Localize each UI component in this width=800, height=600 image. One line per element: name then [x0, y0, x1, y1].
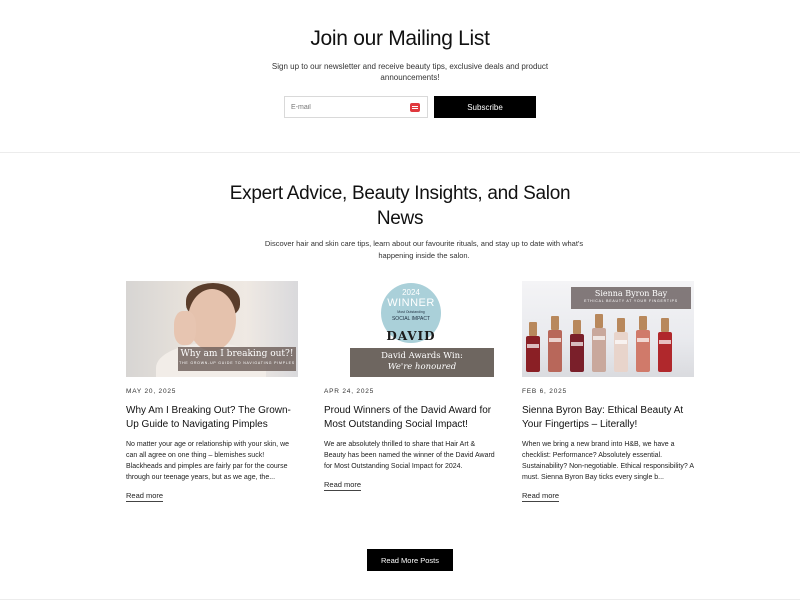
- badge-winner: WINNER: [387, 297, 435, 309]
- blog-post-card: Why am I breaking out?! THE GROWN-UP GUI…: [126, 281, 298, 503]
- thumbnail-banner-caption: THE GROWN-UP GUIDE TO NAVIGATING PIMPLES: [179, 361, 295, 365]
- nail-polish-bottle: [658, 318, 672, 372]
- mailing-subtitle: Sign up to our newsletter and receive be…: [271, 62, 549, 82]
- email-input[interactable]: [291, 100, 401, 114]
- nail-polish-bottle: [614, 318, 628, 372]
- nail-polish-bottle: [548, 316, 562, 372]
- thumbnail-banner: Why am I breaking out?! THE GROWN-UP GUI…: [178, 347, 296, 371]
- read-more-link[interactable]: Read more: [126, 491, 164, 502]
- blog-post-card: Sienna Byron Bay ETHICAL BEAUTY AT YOUR …: [522, 281, 694, 503]
- blog-section-subtitle: Discover hair and skin care tips, learn …: [264, 239, 584, 260]
- thumbnail-banner-title: Sienna Byron Bay: [594, 289, 668, 298]
- nail-polish-bottle: [526, 322, 540, 372]
- nail-polish-bottle: [636, 316, 650, 372]
- post-excerpt: When we bring a new brand into H&B, we h…: [522, 441, 694, 481]
- read-more-link[interactable]: Read more: [522, 491, 560, 502]
- post-date: MAY 20, 2025: [126, 388, 177, 395]
- read-more-posts-button[interactable]: Read More Posts: [367, 549, 453, 571]
- read-more-link[interactable]: Read more: [324, 480, 362, 491]
- mailing-list-section: Join our Mailing List Sign up to our new…: [0, 0, 800, 152]
- blog-post-card: 2024 WINNER Most Outstanding SOCIAL IMPA…: [324, 281, 496, 492]
- david-logo: DAVID: [386, 329, 436, 343]
- section-divider: [0, 152, 800, 153]
- badge-most: Most Outstanding: [397, 310, 425, 314]
- photo-shape: [174, 311, 196, 345]
- thumbnail-banner-title: David Awards Win:: [381, 351, 463, 361]
- thumbnail-banner-caption: We're honoured: [387, 362, 457, 372]
- post-date: APR 24, 2025: [324, 388, 375, 395]
- badge-year: 2024: [402, 288, 420, 297]
- thumbnail-banner-title: Why am I breaking out?!: [180, 349, 294, 359]
- autofill-icon[interactable]: [410, 103, 420, 112]
- badge-category: SOCIAL IMPACT: [391, 316, 431, 322]
- post-excerpt: No matter your age or relationship with …: [126, 441, 290, 481]
- nail-polish-bottle: [570, 320, 584, 372]
- post-thumbnail[interactable]: Sienna Byron Bay ETHICAL BEAUTY AT YOUR …: [522, 281, 694, 377]
- post-thumbnail[interactable]: 2024 WINNER Most Outstanding SOCIAL IMPA…: [324, 281, 496, 377]
- thumbnail-banner: David Awards Win: We're honoured: [350, 348, 494, 377]
- nail-polish-bottle: [592, 314, 606, 372]
- thumbnail-banner: Sienna Byron Bay ETHICAL BEAUTY AT YOUR …: [571, 287, 691, 309]
- mailing-title: Join our Mailing List: [310, 27, 490, 50]
- subscribe-button[interactable]: Subscribe: [434, 96, 536, 118]
- post-title-link[interactable]: Why Am I Breaking Out? The Grown-Up Guid…: [126, 404, 298, 431]
- post-thumbnail[interactable]: Why am I breaking out?! THE GROWN-UP GUI…: [126, 281, 298, 377]
- post-date: FEB 6, 2025: [522, 388, 567, 395]
- post-excerpt: We are absolutely thrilled to share that…: [324, 441, 495, 470]
- thumbnail-banner-caption: ETHICAL BEAUTY AT YOUR FINGERTIPS: [584, 299, 678, 303]
- post-title-link[interactable]: Sienna Byron Bay: Ethical Beauty At Your…: [522, 404, 694, 431]
- email-field-wrapper: [284, 96, 428, 118]
- blog-section-title: Expert Advice, Beauty Insights, and Salo…: [229, 183, 571, 229]
- post-title-link[interactable]: Proud Winners of the David Award for Mos…: [324, 404, 496, 431]
